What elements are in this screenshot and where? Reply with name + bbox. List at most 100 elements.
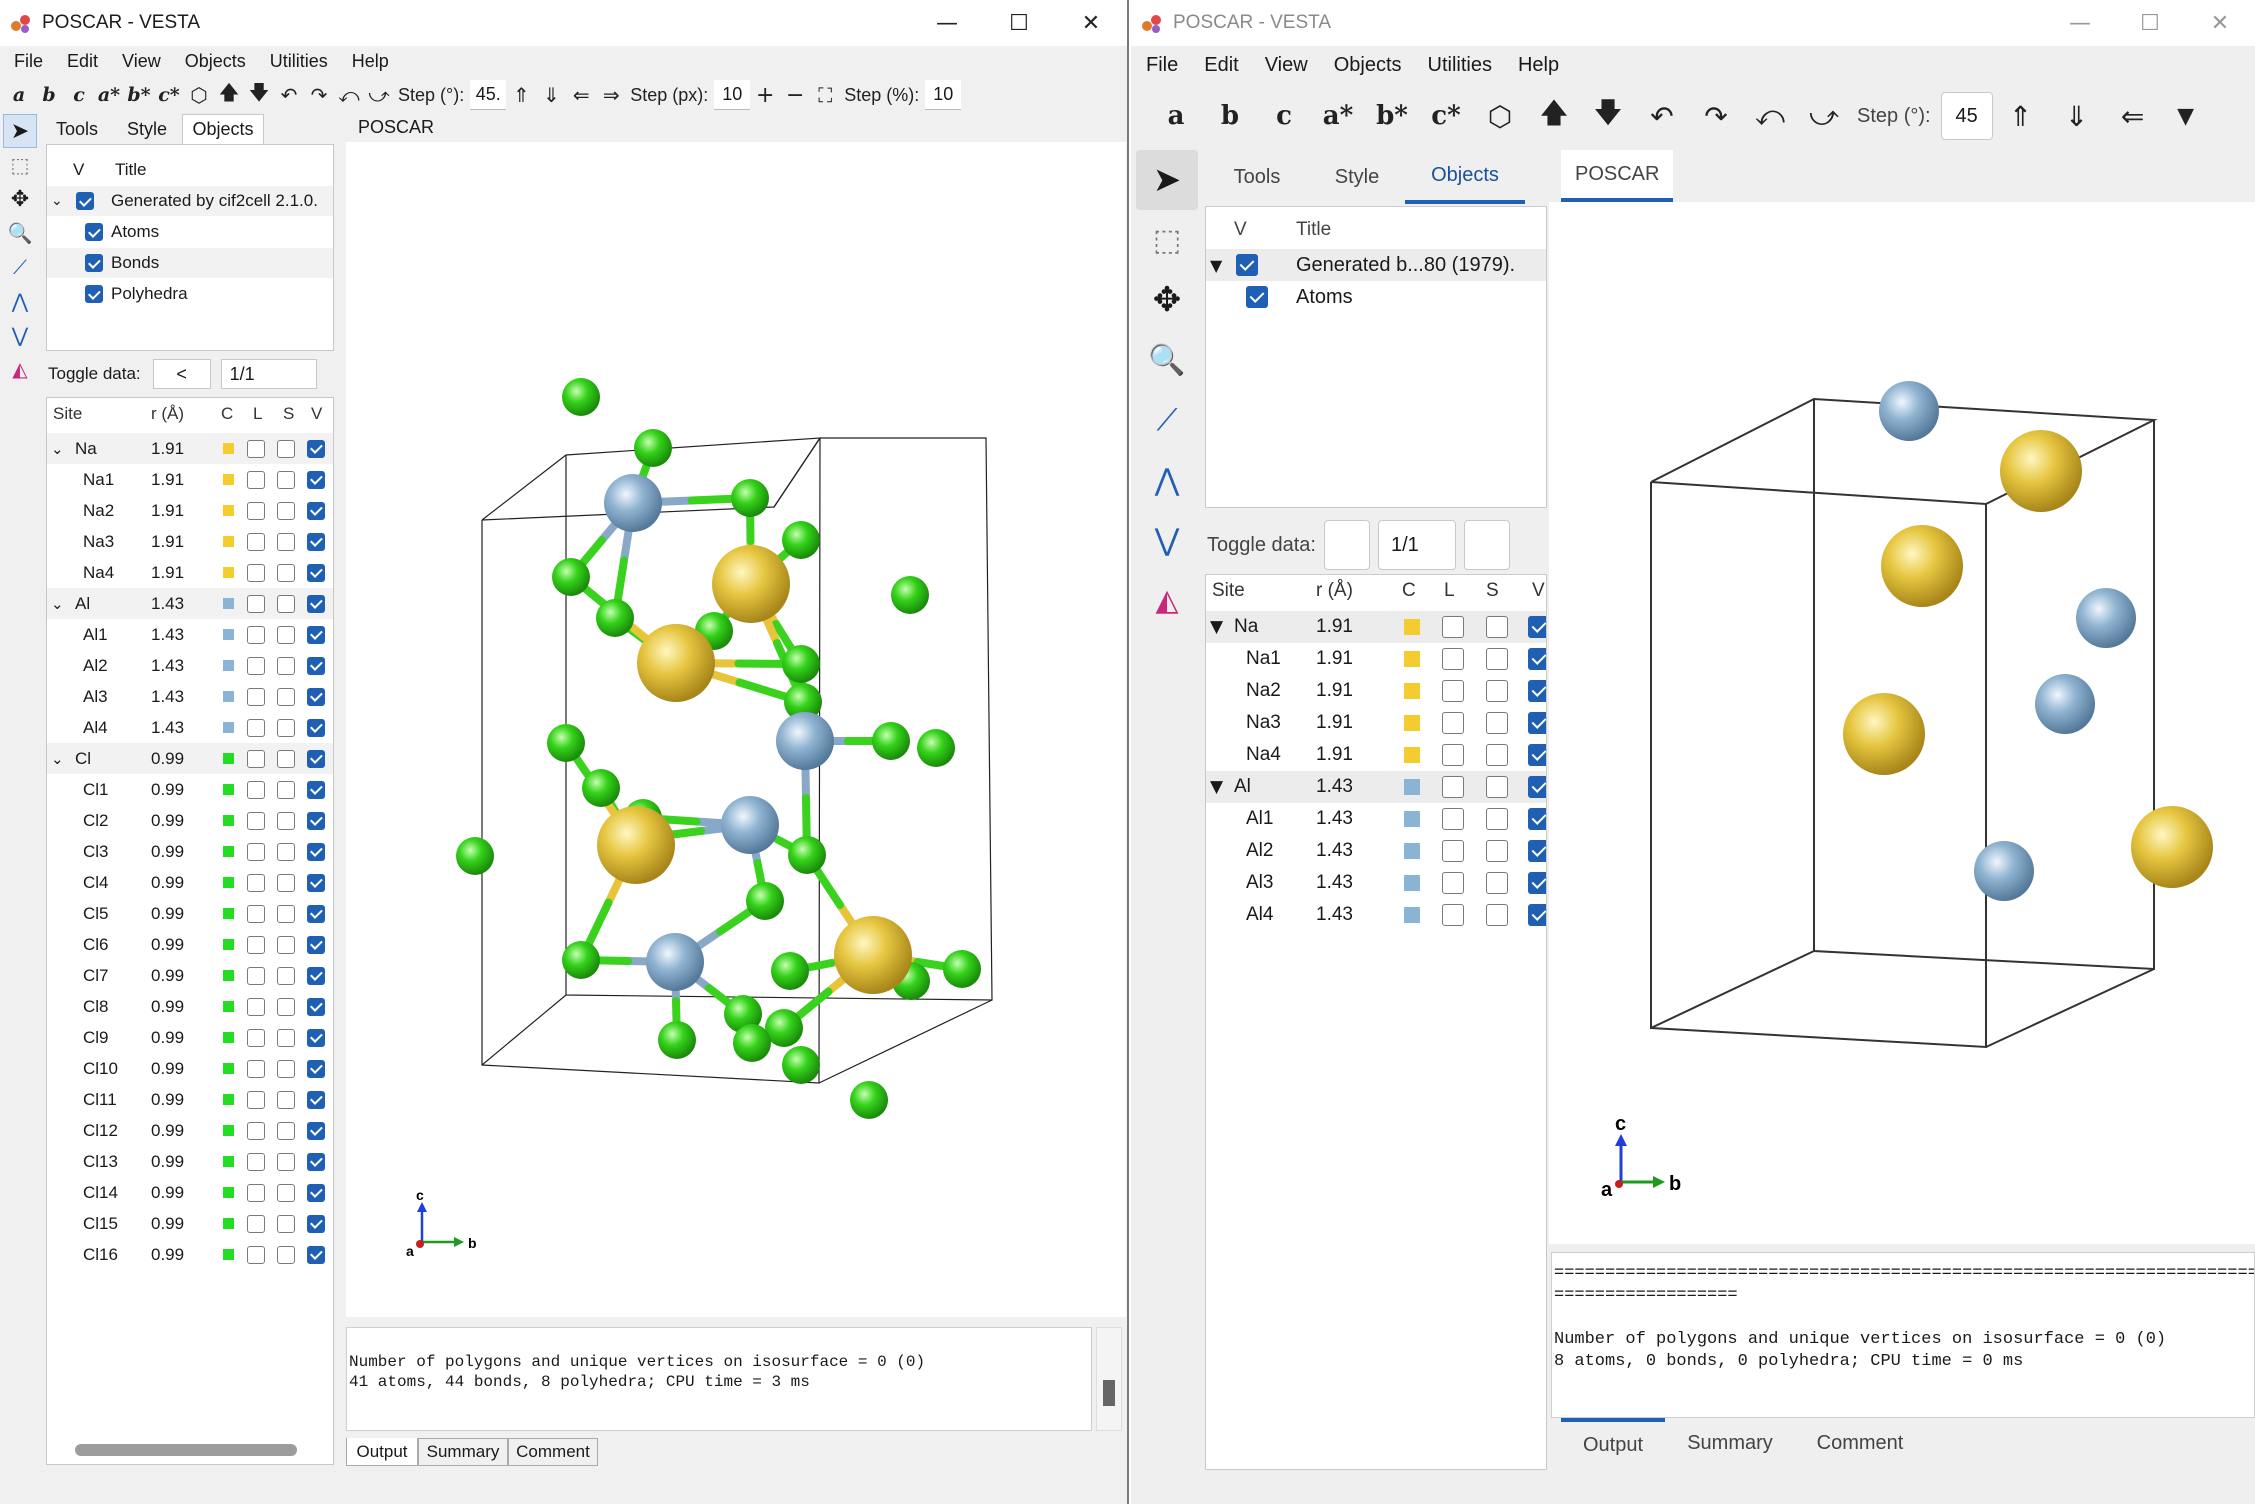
site-color-swatch[interactable]	[223, 1156, 234, 1167]
aluminum-atom[interactable]	[776, 712, 834, 770]
tab-output[interactable]: Output	[346, 1438, 418, 1466]
column-header[interactable]: Site	[1212, 580, 1245, 602]
root-visibility-checkbox[interactable]	[1236, 254, 1258, 276]
chlorine-atom[interactable]	[733, 1024, 771, 1062]
label-checkbox[interactable]	[1442, 712, 1464, 734]
table-row[interactable]: Na2 1.91	[1206, 675, 1546, 707]
site-color-swatch[interactable]	[1404, 747, 1420, 763]
site-color-swatch[interactable]	[1404, 715, 1420, 731]
translate-left-icon[interactable]: ⇐	[2105, 100, 2161, 133]
site-color-swatch[interactable]	[223, 443, 234, 454]
site-color-swatch[interactable]	[223, 753, 234, 764]
table-row[interactable]: Al4 1.43	[47, 712, 333, 743]
label-checkbox[interactable]	[247, 1245, 265, 1264]
chlorine-atom[interactable]	[782, 521, 820, 559]
visibility-checkbox[interactable]	[307, 439, 325, 458]
label-checkbox[interactable]	[1442, 616, 1464, 638]
fit-to-screen-icon[interactable]: ⛶	[810, 83, 840, 107]
style-checkbox[interactable]	[277, 1059, 295, 1078]
view-along-c-button[interactable]: c	[1257, 101, 1311, 131]
chlorine-atom[interactable]	[917, 729, 955, 767]
label-checkbox[interactable]	[247, 563, 265, 582]
rotate-right-icon[interactable]: ↷	[304, 83, 334, 107]
step-pct-input[interactable]: 10	[925, 80, 962, 110]
view-along-a-button[interactable]: a	[1149, 101, 1203, 131]
style-checkbox[interactable]	[277, 904, 295, 923]
site-color-swatch[interactable]	[1404, 683, 1420, 699]
chevron-down-icon[interactable]: ⌄	[51, 193, 63, 209]
table-row[interactable]: Na2 1.91	[47, 495, 333, 526]
style-checkbox[interactable]	[277, 1121, 295, 1140]
chlorine-atom[interactable]	[562, 941, 600, 979]
column-header[interactable]: C	[221, 404, 233, 424]
visibility-checkbox[interactable]	[307, 1245, 325, 1264]
close-icon[interactable]: ✕	[2185, 0, 2255, 46]
chlorine-atom[interactable]	[891, 576, 929, 614]
column-header[interactable]: C	[1402, 580, 1416, 602]
style-checkbox[interactable]	[277, 1028, 295, 1047]
output-scrollbar-thumb[interactable]	[1103, 1380, 1115, 1406]
table-row[interactable]: Cl4 0.99	[47, 867, 333, 898]
label-checkbox[interactable]	[1442, 904, 1464, 926]
site-color-swatch[interactable]	[1404, 843, 1420, 859]
visibility-checkbox[interactable]	[1528, 680, 1546, 702]
minimize-icon[interactable]: —	[911, 0, 983, 46]
chlorine-atom[interactable]	[850, 1081, 888, 1119]
menu-view[interactable]: View	[110, 51, 173, 72]
menu-help[interactable]: Help	[340, 51, 401, 72]
label-checkbox[interactable]	[247, 1121, 265, 1140]
column-header[interactable]: r (Å)	[1316, 580, 1353, 602]
visibility-checkbox[interactable]	[1528, 904, 1546, 926]
label-checkbox[interactable]	[1442, 648, 1464, 670]
table-row[interactable]: Cl15 0.99	[47, 1208, 333, 1239]
table-row[interactable]: Cl14 0.99	[47, 1177, 333, 1208]
rotate-left-icon[interactable]: ↶	[1635, 100, 1689, 133]
view-along-b-star-button[interactable]: b*	[124, 84, 154, 106]
label-checkbox[interactable]	[247, 439, 265, 458]
visibility-checkbox[interactable]	[1528, 744, 1546, 766]
visibility-checkbox[interactable]	[307, 718, 325, 737]
label-checkbox[interactable]	[247, 594, 265, 613]
visibility-checkbox[interactable]	[307, 966, 325, 985]
table-row[interactable]: Cl2 0.99	[47, 805, 333, 836]
style-checkbox[interactable]	[277, 1152, 295, 1171]
toggle-data-input[interactable]: 1/1	[220, 359, 317, 389]
chevron-down-icon[interactable]: ⌄	[51, 440, 64, 458]
site-color-swatch[interactable]	[223, 660, 234, 671]
select-tool-icon[interactable]: ➤	[1136, 150, 1198, 210]
site-color-swatch[interactable]	[223, 1125, 234, 1136]
table-row[interactable]: Cl12 0.99	[47, 1115, 333, 1146]
tree-item-bonds[interactable]: Bonds	[47, 248, 333, 278]
translate-down-icon[interactable]: ⇓	[2049, 100, 2105, 133]
visibility-checkbox[interactable]	[307, 904, 325, 923]
label-checkbox[interactable]	[247, 842, 265, 861]
view-along-a-button[interactable]: a	[4, 84, 34, 106]
visibility-checkbox[interactable]	[307, 1059, 325, 1078]
sodium-atom[interactable]	[2000, 430, 2082, 512]
table-row[interactable]: Cl9 0.99	[47, 1022, 333, 1053]
column-header[interactable]: V	[1532, 580, 1545, 602]
visibility-checkbox[interactable]	[307, 470, 325, 489]
translate-left-icon[interactable]: ⇐	[566, 83, 596, 107]
site-color-swatch[interactable]	[223, 970, 234, 981]
atoms-visibility-checkbox[interactable]	[1246, 286, 1268, 308]
table-row[interactable]: Al3 1.43	[1206, 867, 1546, 899]
table-row[interactable]: Na4 1.91	[1206, 739, 1546, 771]
style-checkbox[interactable]	[1486, 744, 1508, 766]
style-checkbox[interactable]	[1486, 616, 1508, 638]
crystal-structure-render[interactable]: c b a	[346, 142, 1126, 1317]
rotate-ccw-icon[interactable]: ⤺	[334, 83, 364, 107]
chlorine-atom[interactable]	[547, 724, 585, 762]
tab-summary[interactable]: Summary	[1665, 1418, 1795, 1468]
chlorine-atom[interactable]	[782, 1046, 820, 1084]
tab-style[interactable]: Style	[112, 114, 182, 144]
table-row[interactable]: ⌄ Al 1.43	[47, 588, 333, 619]
visibility-checkbox[interactable]	[307, 625, 325, 644]
site-color-swatch[interactable]	[1404, 779, 1420, 795]
toggle-prev-button[interactable]	[1323, 520, 1370, 570]
table-row[interactable]: ▼ Na 1.91	[1206, 611, 1546, 643]
tab-tools[interactable]: Tools	[1205, 150, 1309, 204]
site-color-swatch[interactable]	[1404, 875, 1420, 891]
table-row[interactable]: Na4 1.91	[47, 557, 333, 588]
tab-output[interactable]: Output	[1561, 1418, 1665, 1468]
